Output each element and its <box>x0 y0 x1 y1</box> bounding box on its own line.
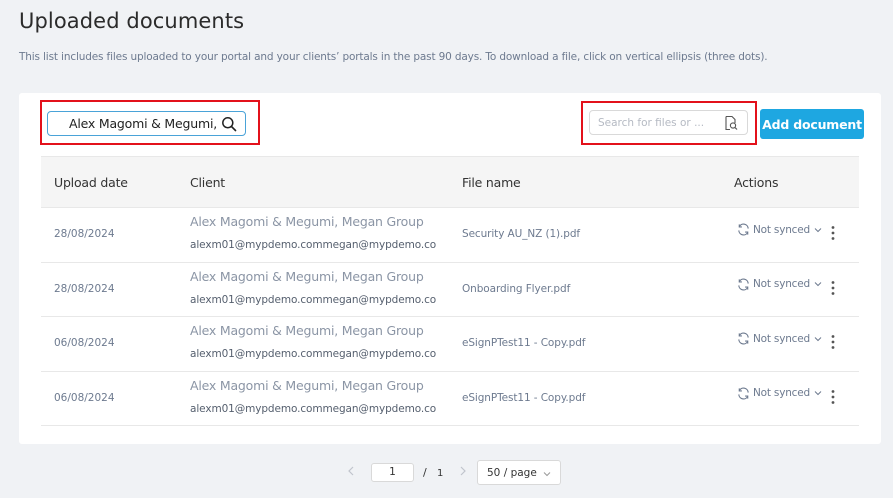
upload-date: 06/08/2024 <box>54 391 115 404</box>
column-header-client[interactable]: Client <box>190 175 225 190</box>
upload-date: 06/08/2024 <box>54 337 115 349</box>
client-name: Alex Magomi & Megumi, Megan Group <box>190 268 424 284</box>
page-description: This list includes files uploaded to you… <box>19 51 768 63</box>
file-search-input[interactable] <box>598 116 718 129</box>
client-filter-value: Alex Magomi & Megumi, Megan Group <box>69 116 217 131</box>
chevron-down-icon <box>814 227 822 232</box>
more-options-icon[interactable] <box>830 334 836 350</box>
client-email: alexm01@mypdemo.commegan@mypdemo.com <box>190 239 437 251</box>
page-number-input[interactable]: 1 <box>371 463 414 482</box>
file-search-icon[interactable] <box>723 115 739 131</box>
search-icon[interactable] <box>221 116 237 132</box>
client-name: Alex Magomi & Megumi, Megan Group <box>190 214 424 229</box>
sync-status-dropdown[interactable]: Not synced <box>736 277 822 292</box>
sync-icon <box>738 332 749 345</box>
chevron-right-icon[interactable] <box>458 465 468 477</box>
page-separator: / <box>423 466 427 479</box>
file-search-box[interactable] <box>589 110 748 135</box>
file-name[interactable]: eSignPTest11 - Copy.pdf <box>462 392 586 404</box>
sync-status-label: Not synced <box>753 332 810 345</box>
more-options-icon[interactable] <box>830 225 836 241</box>
client-email: alexm01@mypdemo.commegan@mypdemo.com <box>190 293 437 306</box>
column-header-file-name[interactable]: File name <box>462 175 521 190</box>
table-row: 06/08/2024 Alex Magomi & Megumi, Megan G… <box>41 372 859 426</box>
sync-status-dropdown[interactable]: Not synced <box>736 331 822 346</box>
column-header-actions: Actions <box>734 175 779 190</box>
sync-status-label: Not synced <box>753 387 810 399</box>
client-email: alexm01@mypdemo.commegan@mypdemo.com <box>190 348 437 360</box>
table-header: Upload date Client File name Actions <box>41 156 859 208</box>
sync-status-label: Not synced <box>753 223 810 236</box>
table-row: 28/08/2024 Alex Magomi & Megumi, Megan G… <box>41 208 859 263</box>
add-document-button[interactable]: Add document <box>760 109 864 139</box>
chevron-left-icon[interactable] <box>346 465 356 477</box>
sync-status-label: Not synced <box>753 278 810 290</box>
upload-date: 28/08/2024 <box>54 282 115 295</box>
file-name[interactable]: Onboarding Flyer.pdf <box>462 283 570 295</box>
chevron-down-icon <box>814 282 822 287</box>
client-email: alexm01@mypdemo.commegan@mypdemo.com <box>190 402 437 415</box>
file-name[interactable]: eSignPTest11 - Copy.pdf <box>462 337 586 349</box>
pagination: 1 / 1 50 / page <box>0 459 893 485</box>
client-filter-input[interactable]: Alex Magomi & Megumi, Megan Group <box>47 111 246 136</box>
sync-status-dropdown[interactable]: Not synced <box>736 386 822 401</box>
page-size-select[interactable]: 50 / page <box>477 460 561 485</box>
upload-date: 28/08/2024 <box>54 228 115 240</box>
page-size-value: 50 / page <box>487 466 537 479</box>
chevron-down-icon <box>814 336 822 341</box>
page-title: Uploaded documents <box>19 9 245 33</box>
chevron-down-icon <box>814 391 822 396</box>
column-header-upload-date[interactable]: Upload date <box>54 175 128 190</box>
sync-icon <box>738 223 749 236</box>
table-row: 28/08/2024 Alex Magomi & Megumi, Megan G… <box>41 263 859 317</box>
total-pages: 1 <box>437 468 444 479</box>
client-name: Alex Magomi & Megumi, Megan Group <box>190 377 424 393</box>
more-options-icon[interactable] <box>830 389 836 405</box>
file-name[interactable]: Security AU_NZ (1).pdf <box>462 228 580 240</box>
sync-icon <box>738 386 749 400</box>
client-name: Alex Magomi & Megumi, Megan Group <box>190 323 424 338</box>
documents-table: Upload date Client File name Actions 28/… <box>41 156 859 426</box>
chevron-down-icon <box>543 472 551 477</box>
more-options-icon[interactable] <box>830 280 836 296</box>
sync-icon <box>738 277 749 291</box>
sync-status-dropdown[interactable]: Not synced <box>736 222 822 237</box>
table-row: 06/08/2024 Alex Magomi & Megumi, Megan G… <box>41 317 859 372</box>
documents-card: Alex Magomi & Megumi, Megan Group Add do… <box>19 93 881 444</box>
